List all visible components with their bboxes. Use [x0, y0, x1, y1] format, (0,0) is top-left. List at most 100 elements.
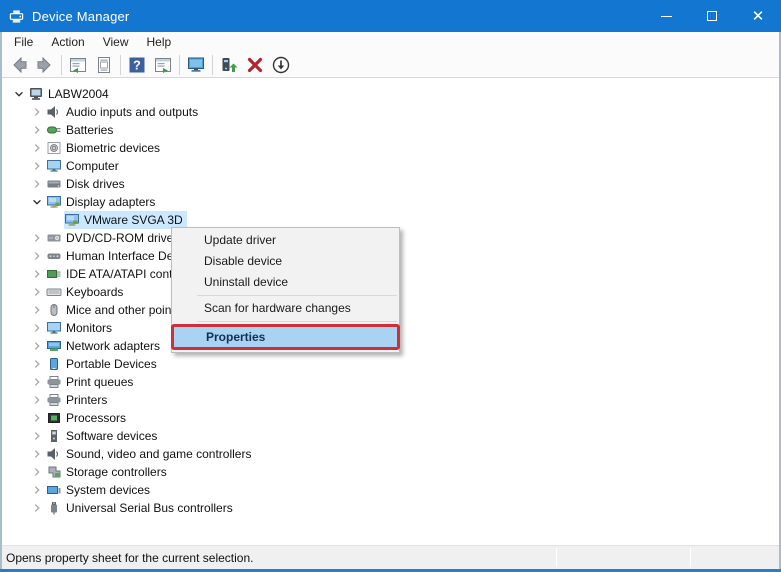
uninstall-device-button[interactable] [242, 53, 268, 77]
minimize-button[interactable] [643, 0, 689, 32]
chevron-right-icon[interactable] [28, 229, 46, 247]
chevron-right-icon[interactable] [28, 481, 46, 499]
display-adapter-icon [64, 213, 80, 227]
cd-drive-icon [46, 231, 62, 245]
chevron-right-icon[interactable] [28, 247, 46, 265]
menubar-item-help[interactable]: Help [138, 33, 181, 51]
ide-icon [46, 267, 62, 281]
chevron-down-icon[interactable] [10, 85, 28, 103]
tree-item-content[interactable]: LABW2004 [28, 85, 113, 103]
display-adapter-icon [46, 195, 62, 209]
minimize-icon [661, 16, 672, 17]
tree-item-content[interactable]: Universal Serial Bus controllers [46, 499, 237, 517]
tree-item-content[interactable]: Biometric devices [46, 139, 164, 157]
tree-item-storage-controllers[interactable]: Storage controllers [2, 463, 779, 481]
tree-item-content[interactable]: Disk drives [46, 175, 129, 193]
tree-item-label: Keyboards [66, 283, 123, 301]
chevron-right-icon[interactable] [28, 409, 46, 427]
menubar-item-view[interactable]: View [94, 33, 138, 51]
disable-device-button[interactable] [268, 53, 294, 77]
scan-hardware-button[interactable] [183, 53, 209, 77]
tree-item-processors[interactable]: Processors [2, 409, 779, 427]
chevron-right-icon[interactable] [28, 301, 46, 319]
tree-item-content[interactable]: VMware SVGA 3D [64, 211, 187, 229]
tree-item-content[interactable]: Storage controllers [46, 463, 171, 481]
tree-item-content[interactable]: Processors [46, 409, 130, 427]
properties-page-icon [94, 55, 114, 75]
tree-item-portable-devices[interactable]: Portable Devices [2, 355, 779, 373]
context-menu-item-scan-for-hardware-changes[interactable]: Scan for hardware changes [172, 298, 399, 319]
chevron-right-icon[interactable] [28, 175, 46, 193]
disk-icon [46, 177, 62, 191]
chevron-right-icon[interactable] [28, 157, 46, 175]
close-button[interactable]: ✕ [735, 0, 781, 32]
chevron-right-icon[interactable] [28, 463, 46, 481]
action-pane-button[interactable] [150, 53, 176, 77]
properties-page-button[interactable] [91, 53, 117, 77]
tree-item-content[interactable]: Display adapters [46, 193, 159, 211]
tree-item-computer[interactable]: Computer [2, 157, 779, 175]
close-icon: ✕ [752, 9, 765, 24]
usb-icon [46, 501, 62, 515]
tree-item-batteries[interactable]: Batteries [2, 121, 779, 139]
context-menu-item-update-driver[interactable]: Update driver [172, 230, 399, 251]
update-driver-button[interactable] [216, 53, 242, 77]
tree-item-content[interactable]: Software devices [46, 427, 161, 445]
back-button[interactable] [6, 53, 32, 77]
help-icon: ? [127, 55, 147, 75]
chevron-right-icon[interactable] [28, 265, 46, 283]
context-menu-item-disable-device[interactable]: Disable device [172, 251, 399, 272]
tree-item-content[interactable]: Keyboards [46, 283, 127, 301]
tree-item-display-adapters[interactable]: Display adapters [2, 193, 779, 211]
chevron-right-icon[interactable] [28, 121, 46, 139]
tree-item-label: DVD/CD-ROM drives [66, 229, 179, 247]
tree-item-labw2004[interactable]: LABW2004 [2, 85, 779, 103]
tree-item-print-queues[interactable]: Print queues [2, 373, 779, 391]
maximize-button[interactable] [689, 0, 735, 32]
tree-item-content[interactable]: Network adapters [46, 337, 164, 355]
forward-icon [35, 55, 55, 75]
chevron-right-icon[interactable] [28, 499, 46, 517]
chevron-right-icon[interactable] [28, 319, 46, 337]
chevron-right-icon[interactable] [28, 355, 46, 373]
chevron-right-icon[interactable] [28, 337, 46, 355]
tree-item-content[interactable]: System devices [46, 481, 154, 499]
chevron-right-icon[interactable] [28, 391, 46, 409]
chevron-right-icon[interactable] [28, 283, 46, 301]
chevron-right-icon[interactable] [28, 373, 46, 391]
tree-item-content[interactable]: Audio inputs and outputs [46, 103, 202, 121]
tree-item-biometric-devices[interactable]: Biometric devices [2, 139, 779, 157]
tree-item-system-devices[interactable]: System devices [2, 481, 779, 499]
computer-root-icon [28, 87, 44, 101]
console-tree-button[interactable] [65, 53, 91, 77]
tree-item-content[interactable]: Sound, video and game controllers [46, 445, 255, 463]
chevron-right-icon[interactable] [28, 139, 46, 157]
tree-item-content[interactable]: Computer [46, 157, 123, 175]
menubar-item-action[interactable]: Action [42, 33, 93, 51]
context-menu-item-properties[interactable]: Properties [174, 327, 397, 347]
help-button[interactable]: ? [124, 53, 150, 77]
tree-item-printers[interactable]: Printers [2, 391, 779, 409]
tree-item-label: Display adapters [66, 193, 155, 211]
chevron-right-icon[interactable] [28, 103, 46, 121]
tree-item-content[interactable]: Batteries [46, 121, 117, 139]
tree-item-content[interactable]: Printers [46, 391, 111, 409]
tree-item-content[interactable]: Print queues [46, 373, 137, 391]
tree-item-audio-inputs-and-outputs[interactable]: Audio inputs and outputs [2, 103, 779, 121]
tree-item-sound-video-and-game-controllers[interactable]: Sound, video and game controllers [2, 445, 779, 463]
printer-icon [46, 375, 62, 389]
context-menu-item-uninstall-device[interactable]: Uninstall device [172, 272, 399, 293]
tree-item-content[interactable]: Monitors [46, 319, 116, 337]
console-tree-icon [68, 55, 88, 75]
tree-item-universal-serial-bus-controllers[interactable]: Universal Serial Bus controllers [2, 499, 779, 517]
tree-item-disk-drives[interactable]: Disk drives [2, 175, 779, 193]
tree-item-content[interactable]: DVD/CD-ROM drives [46, 229, 183, 247]
forward-button[interactable] [32, 53, 58, 77]
chevron-right-icon[interactable] [28, 445, 46, 463]
menubar-item-file[interactable]: File [5, 33, 42, 51]
chevron-down-icon[interactable] [28, 193, 46, 211]
tree-item-software-devices[interactable]: Software devices [2, 427, 779, 445]
tree-item-content[interactable]: Portable Devices [46, 355, 161, 373]
statusbar-text: Opens property sheet for the current sel… [2, 551, 556, 565]
chevron-right-icon[interactable] [28, 427, 46, 445]
